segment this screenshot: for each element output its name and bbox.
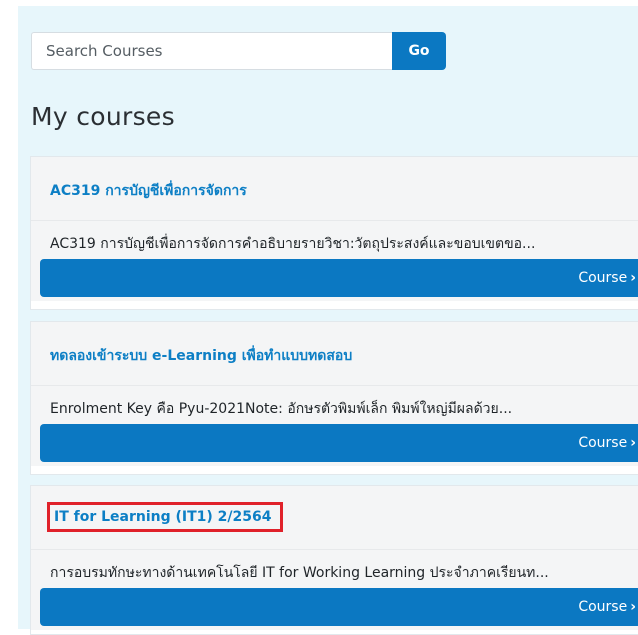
course-card: ทดลองเข้าระบบ e-Learning เพื่อทำแบบทดสอบ… [30,321,638,475]
search-go-button[interactable]: Go [392,32,446,70]
chevron-right-icon: › [630,435,636,451]
course-card-header: IT for Learning (IT1) 2/2564 [31,486,638,550]
course-card-body: การอบรมทักษะทางด้านเทคโนโลยี IT for Work… [31,550,638,630]
course-card-header: ทดลองเข้าระบบ e-Learning เพื่อทำแบบทดสอบ [31,322,638,386]
course-button-label: Course [578,270,628,286]
page-title: My courses [31,102,175,131]
course-card-header: AC319 การบัญชีเพื่อการจัดการ [31,157,638,221]
search-input[interactable] [31,32,392,70]
course-open-button[interactable]: Course › [40,424,638,462]
course-open-button[interactable]: Course › [40,588,638,626]
course-summary: AC319 การบัญชีเพื่อการจัดการคำอธิบายรายว… [50,236,536,252]
course-summary: การอบรมทักษะทางด้านเทคโนโลยี IT for Work… [50,565,549,581]
course-button-label: Course [578,435,628,451]
course-summary: Enrolment Key คือ Pyu-2021Note: อักษรตัว… [50,401,513,417]
course-card: AC319 การบัญชีเพื่อการจัดการ AC319 การบั… [30,156,638,310]
chevron-right-icon: › [630,599,636,615]
course-card: IT for Learning (IT1) 2/2564 การอบรมทักษ… [30,485,638,635]
search-bar: Go [31,32,446,70]
course-card-body: Enrolment Key คือ Pyu-2021Note: อักษรตัว… [31,386,638,466]
course-button-label: Course [578,599,628,615]
course-title-link[interactable]: IT for Learning (IT1) 2/2564 [47,502,283,532]
chevron-right-icon: › [630,270,636,286]
course-card-body: AC319 การบัญชีเพื่อการจัดการคำอธิบายรายว… [31,221,638,301]
courses-panel: Go My courses AC319 การบัญชีเพื่อการจัดก… [18,6,638,635]
course-title-link[interactable]: ทดลองเข้าระบบ e-Learning เพื่อทำแบบทดสอบ [50,345,352,367]
course-open-button[interactable]: Course › [40,259,638,297]
course-title-link[interactable]: AC319 การบัญชีเพื่อการจัดการ [50,180,247,202]
